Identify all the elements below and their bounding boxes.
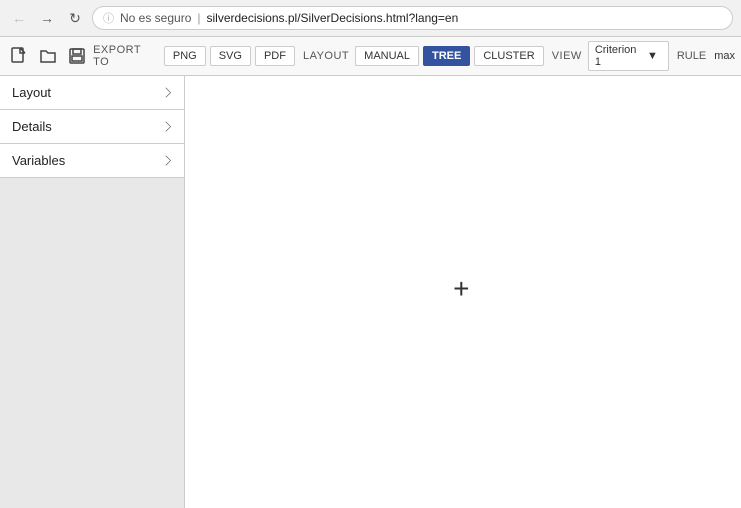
browser-nav: ← → ↻ ⓘ No es seguro | silverdecisions.p… xyxy=(0,0,741,36)
sidebar-item-variables[interactable]: Variables ⌵ xyxy=(0,144,184,178)
back-button[interactable]: ← xyxy=(8,7,30,29)
cluster-button[interactable]: CLUSTER xyxy=(474,46,543,66)
forward-button[interactable]: → xyxy=(36,7,58,29)
criterion-label: Criterion 1 xyxy=(595,44,643,68)
address-bar[interactable]: ⓘ No es seguro | silverdecisions.pl/Silv… xyxy=(92,6,733,30)
save-file-button[interactable] xyxy=(64,43,89,69)
canvas-plus-icon: + xyxy=(453,275,469,303)
details-chevron-icon: ⌵ xyxy=(158,121,175,132)
url-text: silverdecisions.pl/SilverDecisions.html?… xyxy=(207,11,459,25)
rule-label: RULE xyxy=(677,50,706,62)
manual-button[interactable]: MANUAL xyxy=(355,46,419,66)
open-file-icon xyxy=(39,47,57,65)
main-area: Layout ⌵ Details ⌵ Variables ⌵ + xyxy=(0,76,741,508)
app-toolbar: EXPORT TO PNG SVG PDF LAYOUT MANUAL TREE… xyxy=(0,37,741,76)
view-label: VIEW xyxy=(552,50,582,62)
details-item-label: Details xyxy=(12,119,52,134)
open-file-button[interactable] xyxy=(35,43,60,69)
sidebar-item-details[interactable]: Details ⌵ xyxy=(0,110,184,144)
separator: | xyxy=(197,11,200,25)
criterion-select[interactable]: Criterion 1 ▼ xyxy=(588,41,669,71)
new-file-icon xyxy=(10,47,28,65)
png-button[interactable]: PNG xyxy=(164,46,206,66)
canvas-area[interactable]: + xyxy=(185,76,741,508)
new-file-button[interactable] xyxy=(6,43,31,69)
variables-chevron-icon: ⌵ xyxy=(158,155,175,166)
tree-button[interactable]: TREE xyxy=(423,46,470,66)
insecure-label: No es seguro xyxy=(120,11,191,25)
rule-value: max xyxy=(714,50,735,62)
browser-chrome: ← → ↻ ⓘ No es seguro | silverdecisions.p… xyxy=(0,0,741,37)
svg-button[interactable]: SVG xyxy=(210,46,251,66)
export-label: EXPORT TO xyxy=(93,44,158,68)
layout-item-label: Layout xyxy=(12,85,51,100)
variables-item-label: Variables xyxy=(12,153,65,168)
layout-label: LAYOUT xyxy=(303,50,349,62)
layout-chevron-icon: ⌵ xyxy=(158,87,175,98)
sidebar: Layout ⌵ Details ⌵ Variables ⌵ xyxy=(0,76,185,508)
pdf-button[interactable]: PDF xyxy=(255,46,295,66)
reload-button[interactable]: ↻ xyxy=(64,7,86,29)
save-file-icon xyxy=(68,47,86,65)
insecure-icon: ⓘ xyxy=(103,10,114,26)
sidebar-item-layout[interactable]: Layout ⌵ xyxy=(0,76,184,110)
chevron-down-icon: ▼ xyxy=(647,50,658,62)
